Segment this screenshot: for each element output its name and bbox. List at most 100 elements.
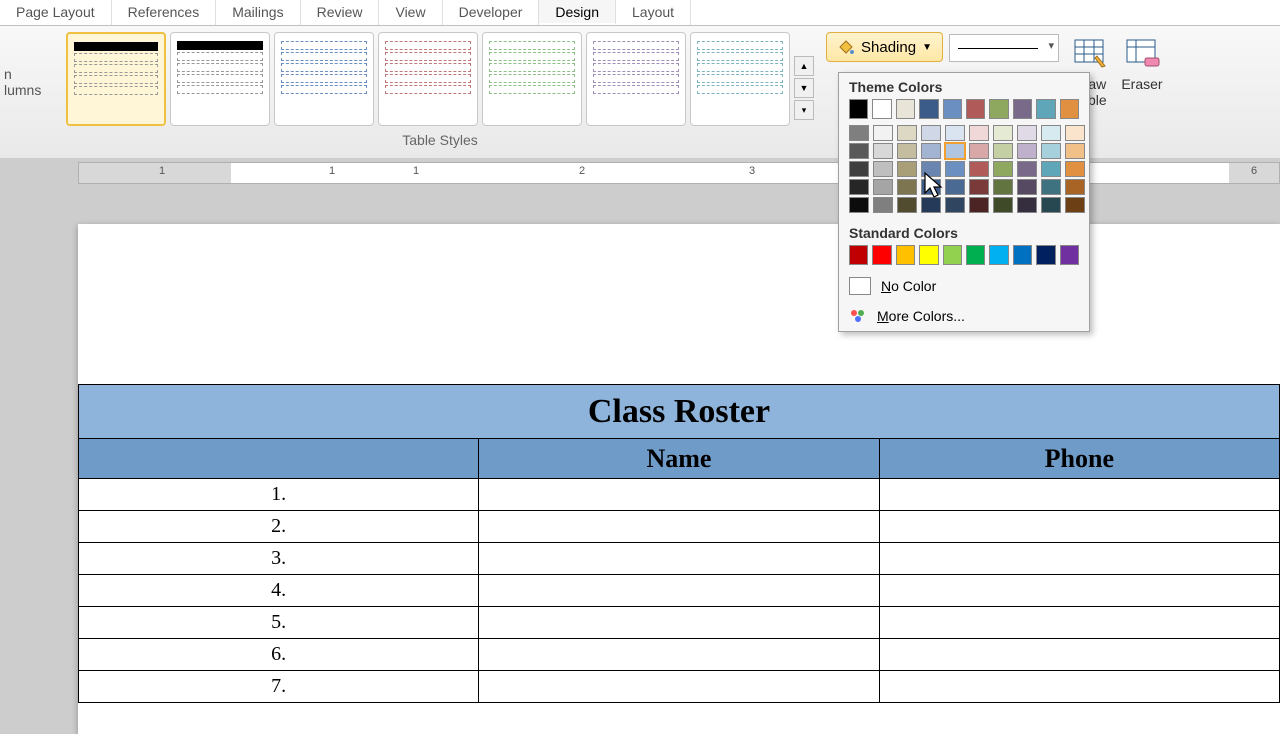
phone-cell[interactable] [879, 479, 1279, 511]
theme-shade-swatch[interactable] [1017, 143, 1037, 159]
theme-shade-swatch[interactable] [1041, 161, 1061, 177]
theme-shade-swatch[interactable] [1041, 125, 1061, 141]
standard-color-swatch[interactable] [943, 245, 962, 265]
theme-shade-swatch[interactable] [897, 179, 917, 195]
tab-design[interactable]: Design [539, 0, 616, 25]
theme-shade-swatch[interactable] [969, 179, 989, 195]
theme-color-swatch[interactable] [849, 99, 868, 119]
theme-shade-swatch[interactable] [849, 161, 869, 177]
standard-color-swatch[interactable] [966, 245, 985, 265]
border-style-selector[interactable] [949, 34, 1059, 62]
theme-shade-swatch[interactable] [1017, 125, 1037, 141]
theme-shade-swatch[interactable] [921, 179, 941, 195]
tab-references[interactable]: References [112, 0, 217, 25]
row-number-cell[interactable]: 4. [79, 575, 479, 607]
theme-shade-swatch[interactable] [945, 125, 965, 141]
theme-shade-swatch[interactable] [849, 197, 869, 213]
table-header-phone[interactable]: Phone [879, 439, 1279, 479]
theme-color-swatch[interactable] [1036, 99, 1055, 119]
phone-cell[interactable] [879, 607, 1279, 639]
theme-shade-swatch[interactable] [1065, 161, 1085, 177]
standard-color-swatch[interactable] [919, 245, 938, 265]
theme-shade-swatch[interactable] [969, 161, 989, 177]
table-header-blank[interactable] [79, 439, 479, 479]
phone-cell[interactable] [879, 639, 1279, 671]
standard-color-swatch[interactable] [989, 245, 1008, 265]
styles-more[interactable]: ▾ [794, 100, 814, 120]
table-style-5[interactable] [482, 32, 582, 126]
theme-shade-swatch[interactable] [993, 161, 1013, 177]
table-title-cell[interactable]: Class Roster [79, 385, 1280, 439]
theme-shade-swatch[interactable] [993, 197, 1013, 213]
theme-shade-swatch[interactable] [873, 179, 893, 195]
theme-color-swatch[interactable] [919, 99, 938, 119]
table-style-6[interactable] [586, 32, 686, 126]
theme-shade-swatch[interactable] [945, 197, 965, 213]
standard-color-swatch[interactable] [849, 245, 868, 265]
more-colors-option[interactable]: More Colors... [839, 301, 1089, 331]
theme-shade-swatch[interactable] [849, 143, 869, 159]
theme-color-swatch[interactable] [989, 99, 1008, 119]
theme-shade-swatch[interactable] [1017, 161, 1037, 177]
styles-scroll-down[interactable]: ▼ [794, 78, 814, 98]
theme-shade-swatch[interactable] [849, 125, 869, 141]
tab-review[interactable]: Review [301, 0, 380, 25]
name-cell[interactable] [479, 671, 879, 703]
shading-button[interactable]: Shading ▼ [826, 32, 943, 62]
theme-shade-swatch[interactable] [1065, 125, 1085, 141]
class-roster-table[interactable]: Class Roster Name Phone 1.2.3.4.5.6.7. [78, 384, 1280, 703]
tab-view[interactable]: View [379, 0, 442, 25]
theme-shade-swatch[interactable] [873, 161, 893, 177]
row-number-cell[interactable]: 3. [79, 543, 479, 575]
theme-color-swatch[interactable] [966, 99, 985, 119]
standard-color-swatch[interactable] [1060, 245, 1079, 265]
theme-shade-swatch[interactable] [921, 125, 941, 141]
tab-mailings[interactable]: Mailings [216, 0, 300, 25]
theme-shade-swatch[interactable] [921, 161, 941, 177]
theme-color-swatch[interactable] [943, 99, 962, 119]
table-style-3[interactable] [274, 32, 374, 126]
theme-shade-swatch[interactable] [945, 179, 965, 195]
theme-shade-swatch[interactable] [969, 125, 989, 141]
row-number-cell[interactable]: 7. [79, 671, 479, 703]
theme-shade-swatch[interactable] [993, 179, 1013, 195]
theme-shade-swatch[interactable] [921, 143, 941, 159]
row-number-cell[interactable]: 1. [79, 479, 479, 511]
table-header-name[interactable]: Name [479, 439, 879, 479]
name-cell[interactable] [479, 575, 879, 607]
row-number-cell[interactable]: 6. [79, 639, 479, 671]
table-style-2[interactable] [170, 32, 270, 126]
theme-shade-swatch[interactable] [969, 197, 989, 213]
theme-shade-swatch[interactable] [993, 143, 1013, 159]
tab-developer[interactable]: Developer [443, 0, 540, 25]
tab-page-layout[interactable]: Page Layout [0, 0, 112, 25]
phone-cell[interactable] [879, 671, 1279, 703]
theme-shade-swatch[interactable] [921, 197, 941, 213]
theme-shade-swatch[interactable] [1065, 143, 1085, 159]
standard-color-swatch[interactable] [896, 245, 915, 265]
theme-shade-swatch[interactable] [897, 125, 917, 141]
phone-cell[interactable] [879, 543, 1279, 575]
phone-cell[interactable] [879, 511, 1279, 543]
theme-color-swatch[interactable] [1060, 99, 1079, 119]
theme-shade-swatch[interactable] [873, 197, 893, 213]
horizontal-ruler[interactable]: 1 1 1 2 3 6 [78, 162, 1280, 184]
theme-shade-swatch[interactable] [1017, 179, 1037, 195]
theme-shade-swatch[interactable] [945, 143, 965, 159]
theme-shade-swatch[interactable] [1065, 179, 1085, 195]
styles-scroll-up[interactable]: ▲ [794, 56, 814, 76]
theme-color-swatch[interactable] [1013, 99, 1032, 119]
table-style-4[interactable] [378, 32, 478, 126]
theme-shade-swatch[interactable] [897, 161, 917, 177]
theme-shade-swatch[interactable] [897, 197, 917, 213]
eraser-button[interactable]: Eraser [1121, 26, 1163, 158]
name-cell[interactable] [479, 543, 879, 575]
table-style-7[interactable] [690, 32, 790, 126]
theme-color-swatch[interactable] [872, 99, 891, 119]
theme-shade-swatch[interactable] [1041, 143, 1061, 159]
standard-color-swatch[interactable] [1013, 245, 1032, 265]
name-cell[interactable] [479, 607, 879, 639]
standard-color-swatch[interactable] [872, 245, 891, 265]
theme-shade-swatch[interactable] [897, 143, 917, 159]
theme-shade-swatch[interactable] [1017, 197, 1037, 213]
